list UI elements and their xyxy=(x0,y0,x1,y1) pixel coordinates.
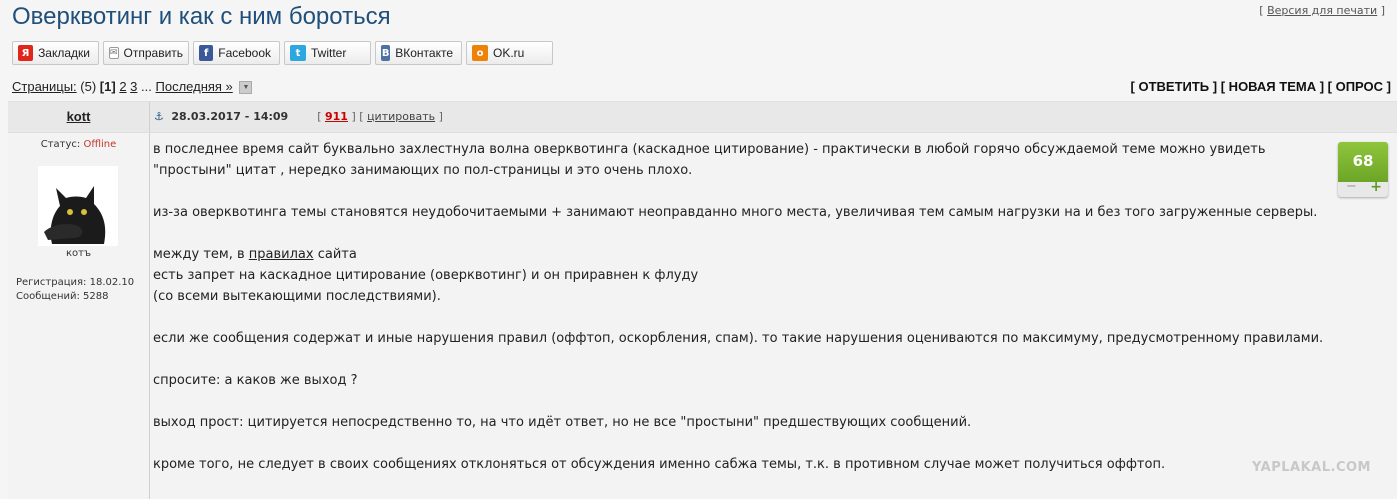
facebook-icon: f xyxy=(199,45,214,61)
text-fragment: между тем, в xyxy=(153,247,249,262)
topic-actions: [ ОТВЕТИТЬ ] [ НОВАЯ ТЕМА ] [ ОПРОС ] xyxy=(1131,79,1391,94)
pagination: Страницы: (5) [1] 2 3 ... Последняя » ▼ xyxy=(12,79,253,95)
print-close: ] xyxy=(1377,4,1385,17)
share-odnoklassniki-button[interactable]: o OK.ru xyxy=(466,41,553,65)
forum-post: kott ⚓ 28.03.2017 - 14:09 [ 911 ] [ цити… xyxy=(8,101,1397,499)
share-label: Отправить xyxy=(123,46,184,60)
status-value: Offline xyxy=(83,139,117,150)
share-label: OK.ru xyxy=(493,46,525,60)
post-paragraph: в последнее время сайт буквально захлест… xyxy=(153,142,1266,157)
yandex-icon: Я xyxy=(18,45,34,61)
post-paragraph: есть запрет на каскадное цитирование (ов… xyxy=(153,268,699,283)
share-label: Закладки xyxy=(38,46,90,60)
post-header: kott ⚓ 28.03.2017 - 14:09 [ 911 ] [ цити… xyxy=(8,102,1397,133)
pages-ellipsis: ... xyxy=(141,79,152,94)
text-fragment: сайта xyxy=(313,247,357,262)
bracket-open: [ xyxy=(317,110,322,123)
print-open: [ xyxy=(1259,4,1268,17)
page-link-2[interactable]: 2 xyxy=(119,79,126,94)
vk-icon: В xyxy=(381,45,391,61)
post-paragraph: (со всеми вытекающими последствиями). xyxy=(153,289,441,304)
rating-value: 68 xyxy=(1352,152,1374,170)
last-page-link[interactable]: Последняя » xyxy=(156,79,233,94)
topic-title: Оверквотинг и как с ним бороться xyxy=(12,3,391,30)
message-count: Сообщений: 5288 xyxy=(16,291,109,302)
bracket-open: [ xyxy=(359,110,364,123)
anchor-icon[interactable]: ⚓ xyxy=(154,110,164,123)
share-bar: Я Закладки ✉ Отправить f Facebook t Twit… xyxy=(12,41,553,65)
author-stats: Регистрация: 18.02.10 Сообщений: 5288 xyxy=(16,276,134,304)
print-version-link[interactable]: Версия для печати xyxy=(1267,4,1377,17)
share-bookmarks-button[interactable]: Я Закладки xyxy=(12,41,99,65)
print-version: [ Версия для печати ] xyxy=(1259,4,1385,17)
rating-controls: − + xyxy=(1338,179,1388,197)
mail-icon: ✉ xyxy=(109,47,119,59)
quote-link[interactable]: цитировать xyxy=(367,110,435,123)
share-label: Twitter xyxy=(311,46,347,60)
share-twitter-button[interactable]: t Twitter xyxy=(284,41,371,65)
post-paragraph: между тем, в правилах сайта xyxy=(153,244,1317,265)
pages-count: (5) xyxy=(80,79,97,94)
avatar[interactable] xyxy=(38,166,118,246)
rules-link[interactable]: правилах xyxy=(249,247,314,262)
post-paragraph: если же сообщения содержат и иные наруше… xyxy=(153,331,1324,346)
post-paragraph: спросите: а каков же выход ? xyxy=(153,373,358,388)
current-page: [1] xyxy=(99,79,116,94)
author-status: Статус: Offline xyxy=(8,139,149,150)
post-paragraph: кроме того, не следует в своих сообщения… xyxy=(153,457,1166,472)
poll-button[interactable]: [ ОПРОС ] xyxy=(1328,79,1391,94)
status-label: Статус: xyxy=(40,139,81,150)
share-label: Facebook xyxy=(218,46,271,60)
pages-label[interactable]: Страницы: xyxy=(12,79,77,94)
new-topic-button[interactable]: [ НОВАЯ ТЕМА ] xyxy=(1221,79,1324,94)
post-date: 28.03.2017 - 14:09 xyxy=(171,110,289,123)
rate-up-button[interactable]: + xyxy=(1370,179,1382,195)
author-sidebar: Статус: Offline котъ Регистрация: 18.02.… xyxy=(8,133,150,499)
reply-button[interactable]: [ ОТВЕТИТЬ ] xyxy=(1131,79,1218,94)
site-watermark: YAPLAKAL.COM xyxy=(1252,460,1371,475)
post-meta: ⚓ 28.03.2017 - 14:09 [ 911 ] [ цитироват… xyxy=(154,110,443,123)
post-number[interactable]: 911 xyxy=(325,110,348,123)
page-jump-icon[interactable]: ▼ xyxy=(239,81,253,95)
post-rating: 68 − + xyxy=(1338,142,1388,197)
share-email-button[interactable]: ✉ Отправить xyxy=(103,41,189,65)
author-nickname: котъ xyxy=(65,248,92,259)
share-label: ВКонтакте xyxy=(395,46,453,60)
bracket-close: ] xyxy=(351,110,356,123)
rate-down-button[interactable]: − xyxy=(1346,179,1357,194)
author-cell: kott xyxy=(8,102,150,132)
post-body: в последнее время сайт буквально захлест… xyxy=(153,139,1324,496)
odnoklassniki-icon: o xyxy=(472,45,488,61)
pager-row: Страницы: (5) [1] 2 3 ... Последняя » ▼ … xyxy=(12,79,1391,95)
share-facebook-button[interactable]: f Facebook xyxy=(193,41,280,65)
registration-date: Регистрация: 18.02.10 xyxy=(16,277,135,288)
post-paragraph: выход прост: цитируется непосредственно … xyxy=(153,415,972,430)
twitter-icon: t xyxy=(290,45,306,61)
post-paragraph: из-за оверквотинга темы становятся неудо… xyxy=(153,205,1318,220)
share-vk-button[interactable]: В ВКонтакте xyxy=(375,41,462,65)
post-paragraph: "простыни" цитат , нередко занимающих по… xyxy=(153,163,693,178)
author-name[interactable]: kott xyxy=(67,109,91,124)
bracket-close: ] xyxy=(438,110,443,123)
page-link-3[interactable]: 3 xyxy=(130,79,137,94)
